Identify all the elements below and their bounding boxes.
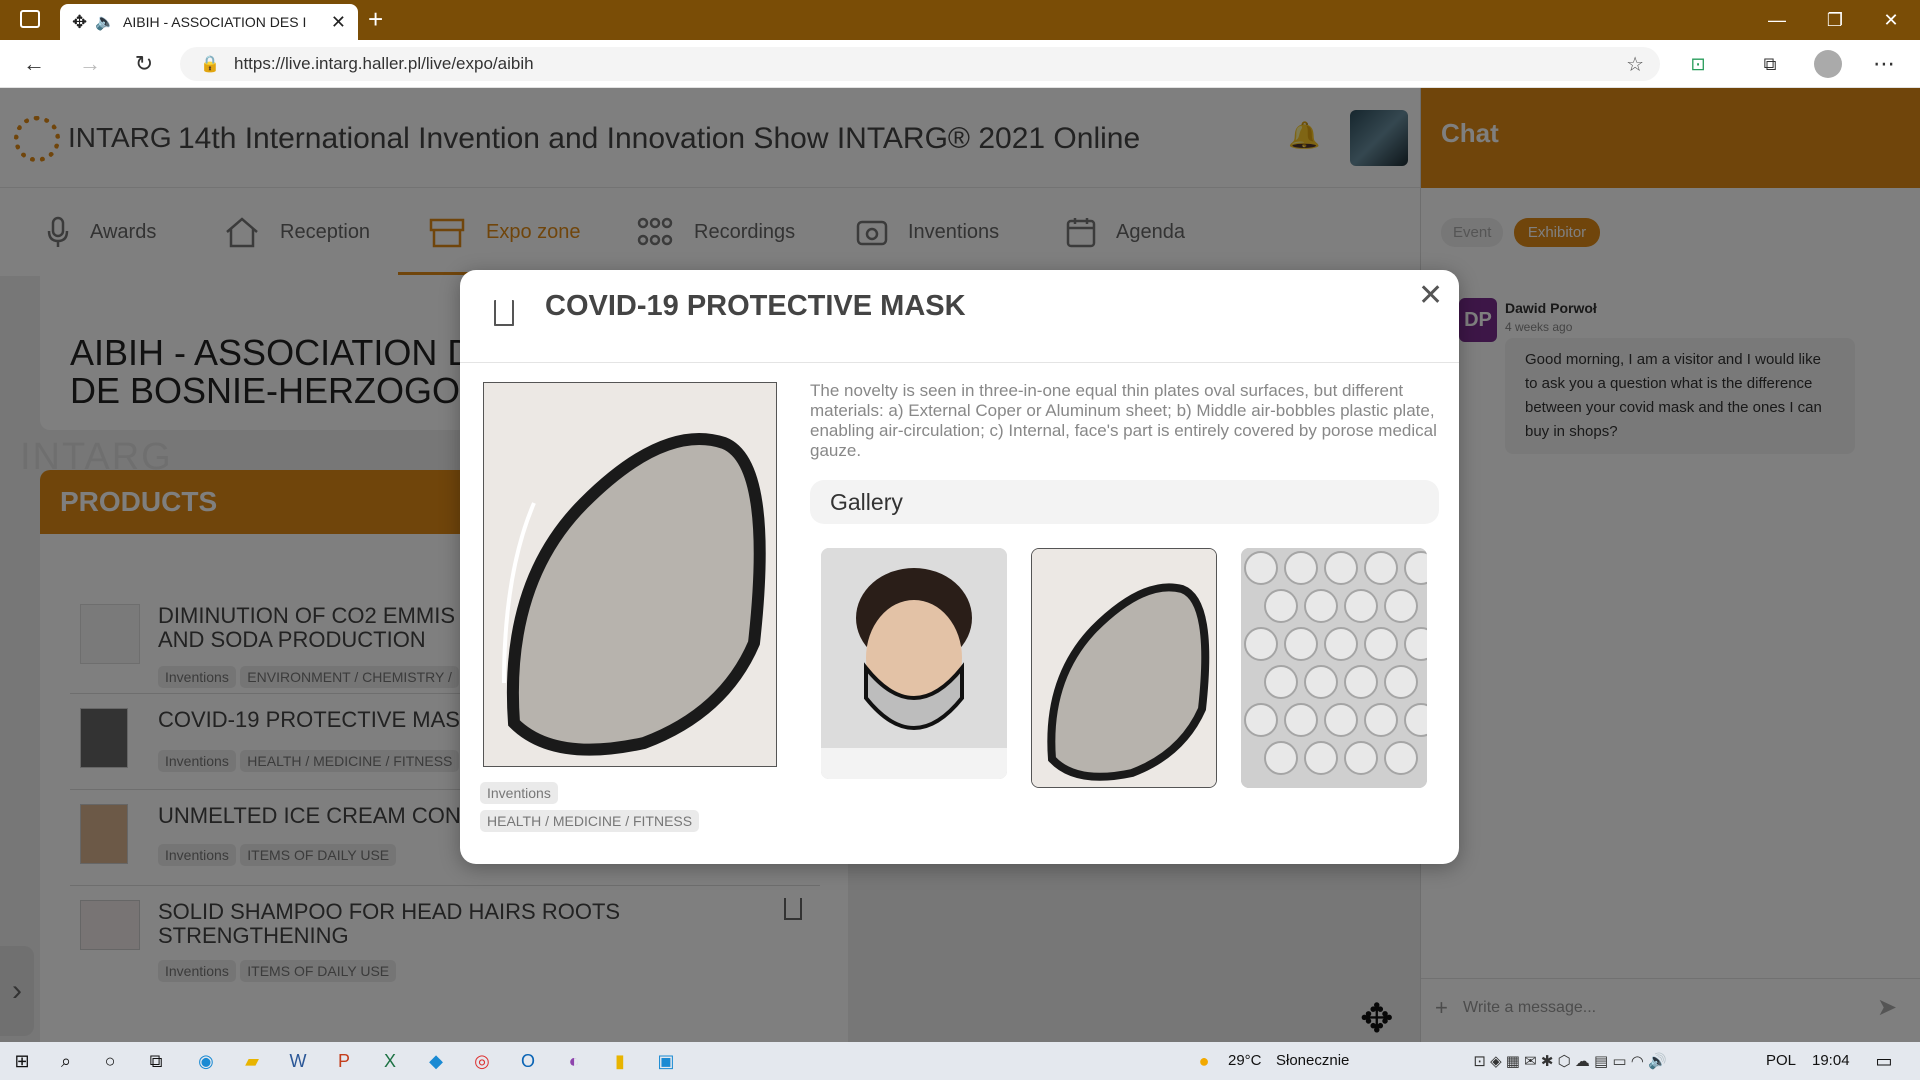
- powerpoint-icon[interactable]: P: [330, 1047, 358, 1075]
- excel-icon[interactable]: X: [376, 1047, 404, 1075]
- app-icon[interactable]: ◐: [560, 1047, 588, 1075]
- outlook-icon[interactable]: O: [514, 1047, 542, 1075]
- lock-icon: 🔒: [200, 56, 220, 73]
- web-page: INTARG 14th International Invention and …: [0, 88, 1920, 1042]
- windows-taskbar: ⊞ ⌕ ○ ⧉ ◉ ▰ W P X ◆ ◎ O ◐ ▮ ▣ ● 29°C Sło…: [0, 1042, 1920, 1080]
- tag-category: Inventions: [480, 782, 558, 804]
- gallery-header: Gallery: [810, 480, 1439, 524]
- product-modal: COVID-19 PROTECTIVE MASK ✕ Inventions HE…: [460, 270, 1459, 864]
- weather-sun-icon[interactable]: ●: [1190, 1047, 1218, 1075]
- word-icon[interactable]: W: [284, 1047, 312, 1075]
- product-description: The novelty is seen in three-in-one equa…: [810, 381, 1437, 460]
- app-icon[interactable]: ◆: [422, 1047, 450, 1075]
- task-view-icon[interactable]: ⧉: [142, 1047, 170, 1075]
- weather-temp[interactable]: 29°C: [1228, 1052, 1262, 1069]
- cortana-icon[interactable]: ○: [96, 1047, 124, 1075]
- favorite-star-icon[interactable]: ☆: [1626, 52, 1644, 77]
- address-toolbar: ← → ↻ 🔒 https://live.intarg.haller.pl/li…: [0, 40, 1920, 88]
- modal-divider: [460, 362, 1459, 363]
- clock[interactable]: 19:04: [1812, 1052, 1850, 1069]
- file-explorer-icon[interactable]: ▰: [238, 1047, 266, 1075]
- extension-icon[interactable]: ⊡: [1680, 48, 1716, 80]
- new-tab-button[interactable]: +: [368, 4, 383, 35]
- windows-start-icon[interactable]: ⊞: [8, 1047, 36, 1075]
- bookmark-icon[interactable]: [494, 300, 514, 326]
- back-button[interactable]: ←: [16, 48, 52, 80]
- url-text: https://live.intarg.haller.pl/live/expo/…: [234, 54, 534, 73]
- main-product-image[interactable]: [483, 382, 777, 767]
- language-indicator[interactable]: POL: [1766, 1052, 1796, 1069]
- close-tab-icon[interactable]: ✕: [331, 12, 346, 33]
- browser-tab[interactable]: ✥ 🔈 AIBIH - ASSOCIATION DES I ✕: [60, 4, 358, 40]
- audio-playing-icon[interactable]: 🔈: [95, 12, 115, 32]
- minimize-button[interactable]: —: [1748, 0, 1806, 40]
- url-bar[interactable]: 🔒 https://live.intarg.haller.pl/live/exp…: [180, 47, 1660, 81]
- tag-field: HEALTH / MEDICINE / FITNESS: [480, 810, 700, 832]
- photos-icon[interactable]: ▣: [652, 1047, 680, 1075]
- reload-button[interactable]: ↻: [126, 48, 162, 80]
- profile-avatar[interactable]: [1814, 50, 1842, 78]
- modal-title: COVID-19 PROTECTIVE MASK: [545, 290, 966, 322]
- gallery-thumbnail[interactable]: [1031, 548, 1217, 788]
- close-window-button[interactable]: ✕: [1862, 0, 1920, 40]
- close-icon[interactable]: ✕: [1418, 278, 1443, 313]
- site-favicon-icon: ✥: [72, 11, 88, 32]
- weather-text[interactable]: Słonecznie: [1276, 1052, 1349, 1069]
- gallery-thumbnail[interactable]: [1241, 548, 1427, 788]
- folder-icon[interactable]: ▮: [606, 1047, 634, 1075]
- browser-title-bar: ✥ 🔈 AIBIH - ASSOCIATION DES I ✕ + — ❐ ✕: [0, 0, 1920, 40]
- system-tray-icons[interactable]: ⊡ ◈ ▦ ✉ ✱ ⬡ ☁ ▤ ▭ ◠ 🔊: [1380, 1047, 1760, 1075]
- gallery-thumbnail[interactable]: [821, 548, 1007, 779]
- tab-actions-icon[interactable]: [20, 10, 40, 28]
- tab-title: AIBIH - ASSOCIATION DES I: [123, 14, 307, 30]
- edge-icon[interactable]: ◉: [192, 1047, 220, 1075]
- search-icon[interactable]: ⌕: [52, 1047, 80, 1075]
- gallery-label: Gallery: [830, 489, 903, 515]
- more-menu-icon[interactable]: ⋯: [1866, 48, 1902, 80]
- forward-button[interactable]: →: [72, 48, 108, 80]
- modal-tags: Inventions HEALTH / MEDICINE / FITNESS: [480, 782, 780, 832]
- collections-icon[interactable]: ⧉: [1752, 48, 1788, 80]
- chrome-icon[interactable]: ◎: [468, 1047, 496, 1075]
- restore-button[interactable]: ❐: [1806, 0, 1864, 40]
- notifications-icon[interactable]: ▭: [1870, 1047, 1898, 1075]
